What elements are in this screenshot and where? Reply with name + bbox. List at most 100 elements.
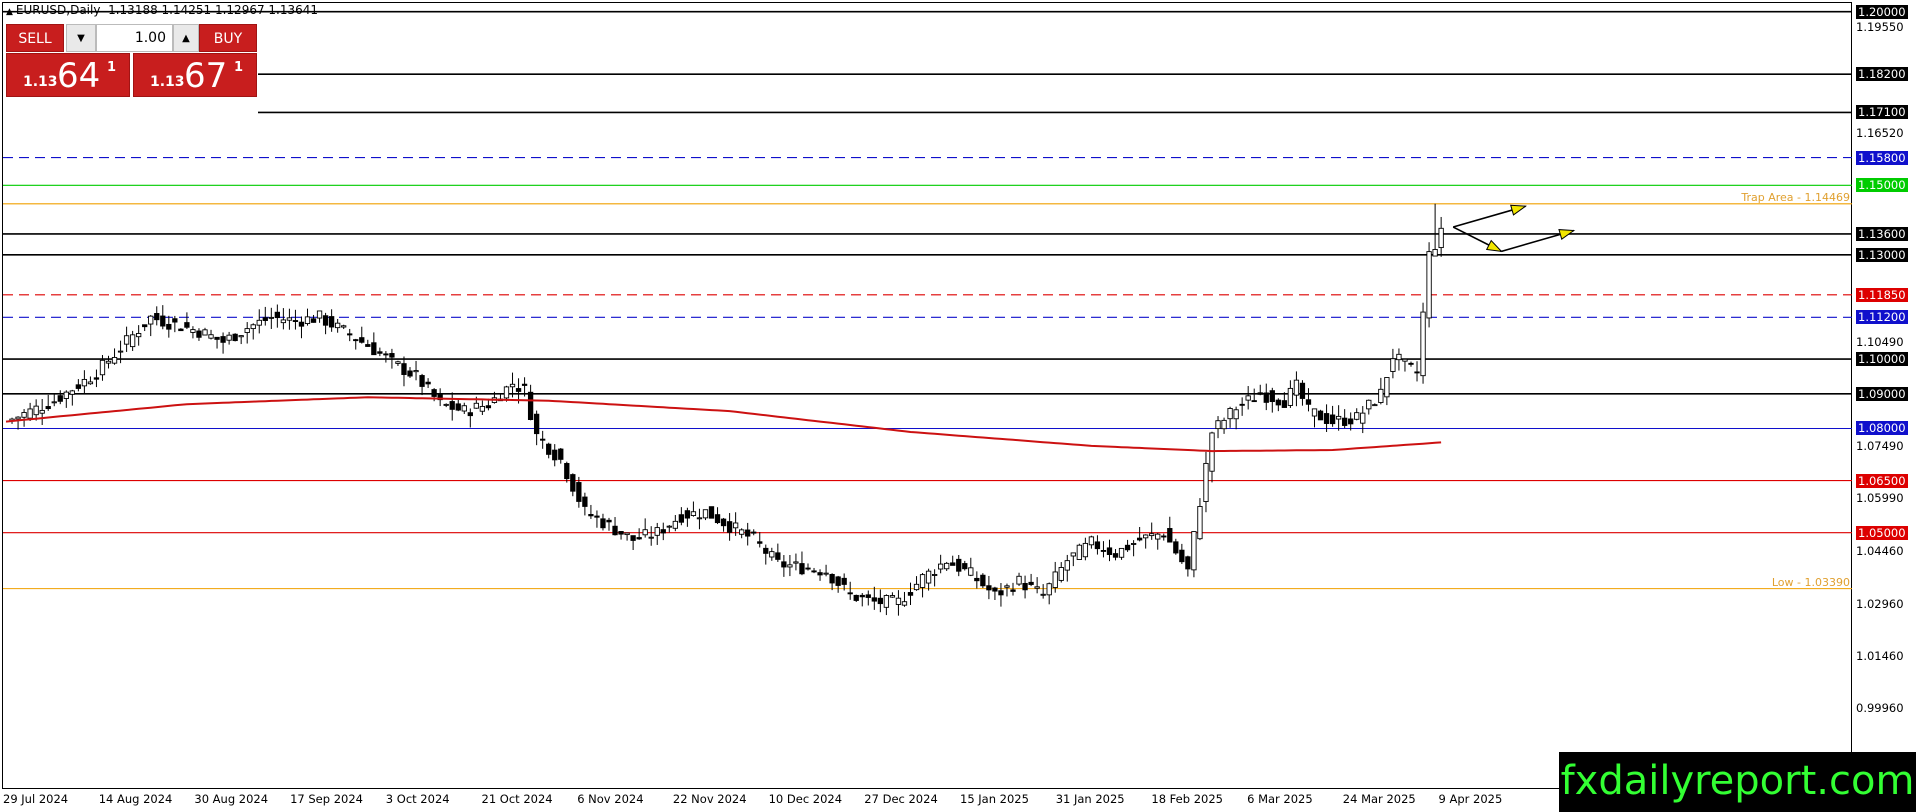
candle-body xyxy=(1305,399,1312,405)
candle-body xyxy=(588,514,594,517)
candle-body xyxy=(968,567,974,576)
lot-decrease-icon[interactable]: ▼ xyxy=(66,24,96,52)
candle-body xyxy=(503,386,510,399)
date-tick-label: 3 Oct 2024 xyxy=(385,792,450,806)
date-tick-label: 24 Mar 2025 xyxy=(1342,792,1416,806)
candle-body xyxy=(1215,420,1221,430)
candle-body xyxy=(919,574,926,588)
candle-body xyxy=(39,409,45,414)
candle-body xyxy=(256,319,262,326)
collapse-triangle-icon[interactable]: ▲ xyxy=(6,7,13,17)
candle-body xyxy=(1390,358,1396,372)
candle-body xyxy=(15,416,21,420)
candle-body xyxy=(841,577,847,585)
price-tick-label: 1.19550 xyxy=(1856,20,1904,35)
candle-body xyxy=(485,405,492,409)
buy-price-pips: 67 xyxy=(184,56,228,96)
candle-body xyxy=(1088,536,1095,546)
candle-body xyxy=(1167,528,1173,543)
candle-body xyxy=(944,562,950,570)
lot-increase-icon[interactable]: ▲ xyxy=(173,24,199,52)
candle-body xyxy=(515,388,522,392)
candle-body xyxy=(871,597,877,602)
candle-body xyxy=(1058,567,1064,581)
date-tick-label: 30 Aug 2024 xyxy=(194,792,269,806)
candle-body xyxy=(1040,593,1046,596)
candle-body xyxy=(1034,586,1040,589)
forecast-arrowhead-0 xyxy=(1510,204,1527,216)
candle-body xyxy=(1100,550,1107,552)
candle-body xyxy=(166,323,172,330)
forecast-arrowhead-1 xyxy=(1485,239,1503,253)
candle-body xyxy=(347,333,353,336)
candle-body xyxy=(992,587,998,592)
candle-body xyxy=(316,310,323,319)
price-tick-label: 1.07490 xyxy=(1856,439,1904,454)
watermark-logo: fxdailyreport.com xyxy=(1559,752,1916,812)
candle-body xyxy=(552,449,558,461)
candle-body xyxy=(1408,362,1414,365)
candle-body xyxy=(751,531,757,534)
candle-body xyxy=(479,405,486,412)
date-tick-label: 6 Nov 2024 xyxy=(577,792,644,806)
candle-body xyxy=(546,443,552,455)
candle-body xyxy=(178,328,184,332)
candle-body xyxy=(672,520,678,529)
buy-button[interactable]: BUY xyxy=(199,24,257,52)
candle-body xyxy=(1317,410,1324,421)
candle-body xyxy=(1233,409,1239,420)
candle-body xyxy=(1426,251,1432,319)
candle-body xyxy=(1046,583,1052,596)
candle-body xyxy=(1022,582,1028,591)
sell-price-box[interactable]: 1.13 64 1 xyxy=(6,53,130,97)
candles xyxy=(9,203,1444,616)
candle-body xyxy=(558,448,564,460)
price-tick-label: 1.04460 xyxy=(1856,544,1904,559)
candle-body xyxy=(757,541,763,544)
candle-body xyxy=(244,328,250,333)
candle-body xyxy=(395,361,401,364)
candle-body xyxy=(847,592,853,595)
lot-size-input[interactable]: 1.00 xyxy=(96,24,173,52)
trap-area-label: Trap Area - 1.14469 xyxy=(1741,190,1850,204)
candle-body xyxy=(413,370,419,373)
sell-price-pips: 64 xyxy=(57,56,101,96)
candle-body xyxy=(1155,533,1161,540)
candle-body xyxy=(1143,534,1149,539)
symbol-label: EURUSD,Daily xyxy=(15,3,101,17)
level-price-box: 1.13000 xyxy=(1856,247,1908,262)
candle-body xyxy=(1245,395,1251,401)
candle-body xyxy=(21,412,27,418)
candle-body xyxy=(570,474,576,492)
candle-body xyxy=(1124,544,1131,551)
candle-body xyxy=(1366,399,1372,410)
level-price-box: 1.18200 xyxy=(1856,67,1908,82)
candle-body xyxy=(1257,392,1263,395)
candle-body xyxy=(708,506,715,519)
candle-body xyxy=(895,597,902,605)
buy-price-box[interactable]: 1.13 67 1 xyxy=(133,53,257,97)
candle-body xyxy=(310,318,317,323)
date-tick-label: 17 Sep 2024 xyxy=(290,792,363,806)
candle-body xyxy=(449,401,455,410)
candle-body xyxy=(1173,541,1179,554)
date-tick-label: 10 Dec 2024 xyxy=(768,792,843,806)
candle-body xyxy=(401,363,407,375)
candle-body xyxy=(1396,353,1402,361)
candle-body xyxy=(407,370,413,377)
candle-body xyxy=(136,333,142,338)
candle-body xyxy=(980,574,986,587)
candle-body xyxy=(1287,387,1294,406)
candle-body xyxy=(678,514,685,523)
price-tick-label: 1.16520 xyxy=(1856,125,1904,140)
sell-button[interactable]: SELL xyxy=(6,24,64,52)
candle-body xyxy=(383,353,389,356)
sell-price-prefix: 1.13 xyxy=(23,74,58,90)
level-price-box: 1.05000 xyxy=(1856,525,1908,540)
candle-body xyxy=(666,525,672,528)
candle-body xyxy=(1323,413,1330,424)
candle-body xyxy=(250,324,256,330)
candle-body xyxy=(1191,531,1197,571)
candle-body xyxy=(1354,412,1360,420)
candle-body xyxy=(540,438,546,441)
